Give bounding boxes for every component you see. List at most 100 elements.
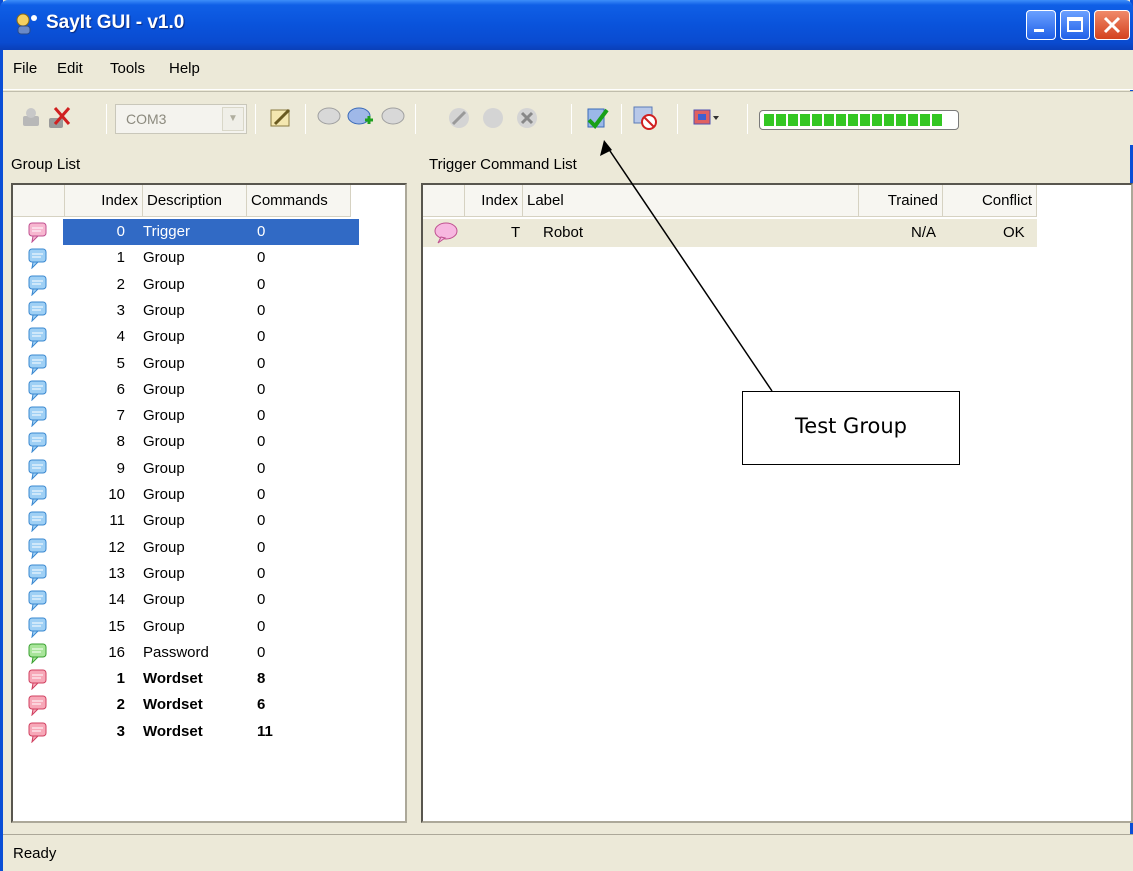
test-group-icon[interactable] — [583, 104, 611, 132]
menu-help[interactable]: Help — [169, 60, 200, 77]
group-commands: 8 — [257, 670, 266, 688]
table-row[interactable]: 0 Trigger 0 — [13, 219, 405, 245]
test-group-callout: Test Group — [742, 391, 960, 465]
delete-command-icon[interactable] — [513, 104, 541, 132]
group-description: Group — [143, 249, 185, 267]
group-commands: 0 — [257, 433, 266, 451]
group-description: Group — [143, 407, 185, 425]
table-row[interactable]: 1 Group 0 — [13, 245, 405, 271]
app-icon — [16, 13, 37, 35]
com-port-select[interactable]: COM3 ▼ — [115, 104, 247, 134]
table-row[interactable]: 7 Group 0 — [13, 403, 405, 429]
menu-file[interactable]: File — [13, 60, 37, 77]
speech-bubble-blue-icon — [28, 275, 47, 296]
group-commands: 0 — [257, 512, 266, 530]
col-description[interactable]: Description — [143, 185, 247, 217]
toolbar-separator — [747, 104, 748, 134]
group-commands: 11 — [257, 722, 273, 740]
table-row[interactable]: 3 Group 0 — [13, 298, 405, 324]
table-row[interactable]: 2 Wordset 6 — [13, 692, 405, 718]
menu-tools[interactable]: Tools — [110, 60, 145, 77]
group-description: Group — [143, 538, 185, 556]
chevron-down-icon[interactable]: ▼ — [222, 107, 244, 131]
trigger-command-list-label: Trigger Command List — [429, 156, 577, 173]
group-description: Group — [143, 617, 185, 635]
minimize-button[interactable] — [1026, 10, 1056, 40]
group-commands: 0 — [257, 459, 266, 477]
edit-command-icon[interactable] — [445, 104, 473, 132]
callout-text: Test Group — [795, 414, 907, 438]
table-row[interactable]: 4 Group 0 — [13, 324, 405, 350]
group-commands: 0 — [257, 354, 266, 372]
col-conflict[interactable]: Conflict — [943, 185, 1037, 217]
trigger-command-list[interactable]: Index Label Trained Conflict T Robot N/A… — [421, 183, 1133, 823]
group-index: 9 — [116, 459, 125, 477]
group-index: 3 — [116, 722, 125, 740]
speech-bubble-blue-icon — [28, 485, 47, 506]
group-index: 3 — [116, 301, 125, 319]
disconnect-icon[interactable] — [45, 104, 73, 132]
speech-bubble-blue-icon — [28, 564, 47, 585]
table-row[interactable]: T Robot N/A OK — [423, 219, 1037, 247]
app-window: SayIt GUI - v1.0 File Edit Tools Help CO… — [0, 0, 1133, 871]
group-index: 10 — [108, 486, 125, 503]
group-commands: 0 — [257, 486, 266, 503]
connect-icon[interactable] — [17, 104, 45, 132]
cmd-conflict: OK — [1003, 224, 1025, 241]
table-row[interactable]: 11 Group 0 — [13, 508, 405, 534]
speech-bubble-red-icon — [28, 669, 47, 691]
speech-bubble-blue-icon — [28, 617, 47, 638]
speech-bubble-pink-icon — [28, 222, 47, 243]
group-index: 8 — [116, 433, 125, 451]
table-row[interactable]: 2 Group 0 — [13, 272, 405, 298]
table-row[interactable]: 15 Group 0 — [13, 614, 405, 640]
col-label[interactable]: Label — [523, 185, 859, 217]
maximize-button[interactable] — [1060, 10, 1090, 40]
col-trained[interactable]: Trained — [859, 185, 943, 217]
group-description: Group — [143, 486, 185, 503]
group-index: 16 — [108, 643, 125, 661]
export-dropdown-icon[interactable] — [691, 104, 719, 132]
speech-bubble-blue-icon — [28, 248, 47, 270]
table-row[interactable]: 14 Group 0 — [13, 587, 405, 613]
group-description: Password — [143, 643, 209, 661]
group-commands: 0 — [257, 380, 266, 398]
group-index: 11 — [109, 512, 125, 530]
group-list-header: Index Description Commands — [13, 185, 351, 217]
col-index[interactable]: Index — [465, 185, 523, 217]
table-row[interactable]: 13 Group 0 — [13, 561, 405, 587]
stop-icon[interactable] — [631, 104, 659, 132]
group-description: Group — [143, 591, 185, 609]
speech-bubble-blue-icon — [28, 301, 47, 322]
toolbar: COM3 ▼ — [3, 91, 1133, 145]
table-row[interactable]: 3 Wordset 11 — [13, 719, 405, 745]
group-list[interactable]: Index Description Commands 0 Trigger 0 1 Gro… — [11, 183, 407, 823]
close-button[interactable] — [1094, 10, 1130, 40]
col-index[interactable]: Index — [65, 185, 143, 217]
title-bar[interactable]: SayIt GUI - v1.0 — [0, 0, 1133, 50]
table-row[interactable]: 8 Group 0 — [13, 429, 405, 455]
train-command-icon[interactable] — [479, 104, 507, 132]
settings-wand-icon[interactable] — [267, 104, 295, 132]
menu-edit[interactable]: Edit — [57, 60, 83, 77]
group-description: Wordset — [143, 722, 203, 740]
col-commands[interactable]: Commands — [247, 185, 351, 217]
col-blank — [13, 185, 65, 217]
menu-bar: File Edit Tools Help — [3, 50, 1133, 90]
table-row[interactable]: 6 Group 0 — [13, 377, 405, 403]
table-row[interactable]: 5 Group 0 — [13, 351, 405, 377]
table-row[interactable]: 9 Group 0 — [13, 456, 405, 482]
remove-group-icon[interactable] — [379, 104, 407, 132]
table-row[interactable]: 10 Group 0 — [13, 482, 405, 508]
toolbar-separator — [415, 104, 416, 134]
table-row[interactable]: 16 Password 0 — [13, 640, 405, 666]
minimize-icon — [1034, 29, 1044, 32]
table-row[interactable]: 12 Group 0 — [13, 535, 405, 561]
add-group-icon[interactable] — [347, 104, 375, 132]
cmd-index: T — [511, 224, 521, 241]
group-index: 12 — [108, 538, 125, 556]
maximize-icon — [1067, 17, 1083, 32]
group-commands: 0 — [257, 591, 266, 609]
group-bubble-icon[interactable] — [315, 104, 343, 132]
table-row[interactable]: 1 Wordset 8 — [13, 666, 405, 692]
